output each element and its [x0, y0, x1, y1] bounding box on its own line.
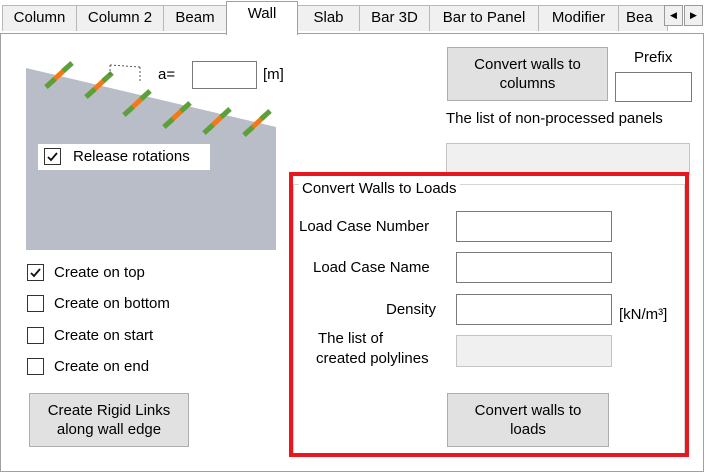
create-on-top-checkbox[interactable] — [27, 264, 44, 281]
release-rotations-label: Release rotations — [73, 148, 190, 165]
create-on-bottom-label: Create on bottom — [54, 295, 170, 312]
create-on-top-label: Create on top — [54, 264, 145, 281]
tab-column[interactable]: Column — [2, 5, 77, 31]
tab-beam[interactable]: Beam — [163, 5, 227, 31]
create-on-start-checkbox[interactable] — [27, 327, 44, 344]
tab-column-2[interactable]: Column 2 — [76, 5, 164, 31]
tab-strip: Column Column 2 Beam Wall Slab Bar 3D Ba… — [0, 0, 706, 35]
create-rigid-links-line1: Create Rigid Links — [47, 402, 171, 419]
tab-beam-truncated[interactable]: Bea — [618, 5, 668, 31]
release-rotations-option[interactable]: Release rotations — [38, 144, 210, 170]
highlight-box — [289, 172, 689, 457]
a-unit: [m] — [263, 66, 284, 83]
tab-slab[interactable]: Slab — [297, 5, 360, 31]
nonprocessed-list[interactable] — [446, 143, 690, 175]
a-label: a= — [158, 66, 176, 83]
create-rigid-links-button[interactable]: Create Rigid Links along wall edge — [29, 393, 189, 447]
create-on-end-checkbox[interactable] — [27, 358, 44, 375]
tab-modifier[interactable]: Modifier — [538, 5, 619, 31]
release-rotations-checkbox[interactable] — [44, 148, 61, 165]
tab-scroll-left-icon[interactable]: ◀ — [664, 5, 683, 26]
tab-scroll-right-icon[interactable]: ▶ — [684, 5, 703, 26]
tab-bar-3d[interactable]: Bar 3D — [359, 5, 430, 31]
create-on-start-label: Create on start — [54, 327, 154, 344]
prefix-input[interactable] — [615, 72, 692, 102]
checkmark-icon — [30, 268, 41, 278]
tab-wall[interactable]: Wall — [226, 1, 298, 35]
prefix-label: Prefix — [634, 49, 673, 66]
create-rigid-links-line2: along wall edge — [56, 421, 162, 438]
convert-columns-line1: Convert walls to — [474, 56, 581, 73]
convert-walls-to-columns-button[interactable]: Convert walls to columns — [447, 47, 608, 101]
create-on-end-label: Create on end — [54, 358, 150, 375]
a-input[interactable] — [192, 61, 257, 89]
checkmark-icon — [47, 152, 58, 162]
spacing-dimension — [109, 64, 141, 82]
convert-columns-line2: columns — [499, 75, 556, 92]
create-on-bottom-checkbox[interactable] — [27, 295, 44, 312]
tab-bar-to-panel[interactable]: Bar to Panel — [429, 5, 539, 31]
nonprocessed-label: The list of non-processed panels — [446, 110, 663, 127]
